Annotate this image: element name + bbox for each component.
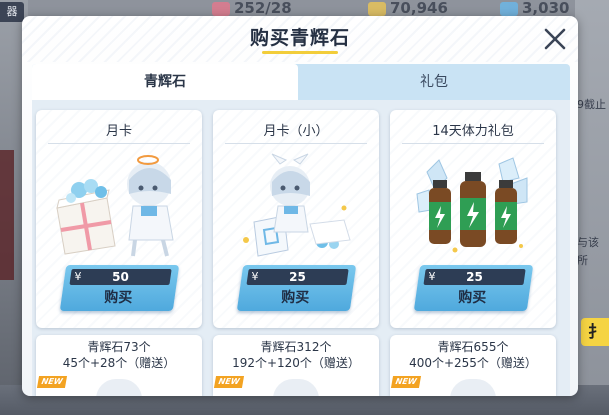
- background-text-notice: 9截止: [577, 98, 606, 111]
- pyroxene-pack-card[interactable]: 青辉石73个 45个+28个（赠送） NEW: [36, 335, 202, 396]
- pack-art-peek: [273, 379, 319, 396]
- price-bar: ¥ 25: [246, 269, 349, 285]
- pack-detail: 192个+120个（赠送）: [232, 356, 360, 370]
- pack-title: 青辉石655个: [437, 340, 509, 354]
- background-text-detail-2: 所: [577, 254, 588, 267]
- buy-label: 购买: [104, 290, 133, 306]
- price-value: 25: [289, 270, 306, 284]
- buy-label: 购买: [281, 290, 310, 306]
- buy-button[interactable]: ¥ 50 购买: [59, 265, 180, 311]
- pyroxene-pack-card[interactable]: 青辉石655个 400个+255个（赠送） NEW: [390, 335, 556, 396]
- pack-art-peek: [450, 379, 496, 396]
- hud-stamina: 252/28: [212, 0, 292, 16]
- hud-pyroxene: 3,030: [500, 0, 569, 16]
- product-name: 月卡（小）: [263, 124, 329, 139]
- tab-bar: 青辉石 礼包: [32, 64, 570, 100]
- pack-title: 青辉石312个: [260, 340, 332, 354]
- heart-icon: [212, 1, 230, 16]
- currency-symbol: ¥: [251, 270, 259, 283]
- small-gift-character-art: [226, 150, 366, 260]
- currency-symbol: ¥: [74, 270, 82, 283]
- close-button[interactable]: [540, 24, 570, 54]
- card-divider: [225, 143, 367, 144]
- gem-icon: [500, 1, 518, 16]
- buy-button[interactable]: ¥ 25 购买: [413, 265, 534, 311]
- title-underline: [262, 51, 338, 54]
- product-card-stamina-pack[interactable]: 14天体力礼包 ¥ 25 购买: [390, 110, 556, 328]
- price-value: 50: [112, 270, 129, 284]
- pyroxene-pack-card[interactable]: 青辉石312个 192个+120个（赠送） NEW: [213, 335, 379, 396]
- tab-pyroxene[interactable]: 青辉石: [32, 64, 298, 100]
- close-icon: [544, 28, 566, 50]
- pack-title: 青辉石73个: [87, 340, 151, 354]
- new-badge: NEW: [390, 376, 422, 388]
- buy-label: 购买: [458, 290, 487, 306]
- currency-symbol: ¥: [428, 270, 436, 283]
- new-badge: NEW: [213, 376, 245, 388]
- price-bar: ¥ 25: [423, 269, 526, 285]
- energy-drink-bottles-art: [403, 150, 543, 260]
- dialog-title: 购买青辉石: [249, 27, 350, 49]
- background-text-detail: 与该: [577, 236, 599, 249]
- pack-detail: 400个+255个（赠送）: [409, 356, 537, 370]
- product-card-monthly-small[interactable]: 月卡（小） ¥ 25 购买: [213, 110, 379, 328]
- product-card-monthly[interactable]: 月卡 ¥ 50 购买: [36, 110, 202, 328]
- hud-credits: 70,946: [368, 0, 448, 16]
- new-badge: NEW: [36, 376, 68, 388]
- price-value: 25: [466, 270, 483, 284]
- product-name: 14天体力礼包: [432, 124, 514, 139]
- purchase-dialog: 购买青辉石 青辉石 礼包 月卡 ¥ 50 购买 月卡（小） ¥ 25 购买 14…: [22, 16, 578, 396]
- background-tag-top: 器: [0, 2, 24, 22]
- card-divider: [48, 143, 190, 144]
- buy-button[interactable]: ¥ 25 购买: [236, 265, 357, 311]
- tab-packages[interactable]: 礼包: [298, 64, 570, 100]
- background-character-strip: [0, 150, 14, 280]
- product-name: 月卡: [105, 124, 132, 139]
- gift-box-character-art: [49, 150, 189, 260]
- credit-icon: [368, 1, 386, 16]
- pack-detail: 45个+28个（赠送）: [62, 356, 176, 370]
- card-divider: [402, 143, 544, 144]
- pack-art-peek: [96, 379, 142, 396]
- background-right-panel: 9截止 与该 所 扌: [575, 0, 609, 415]
- background-action-button: 扌: [581, 318, 609, 346]
- price-bar: ¥ 50: [69, 269, 172, 285]
